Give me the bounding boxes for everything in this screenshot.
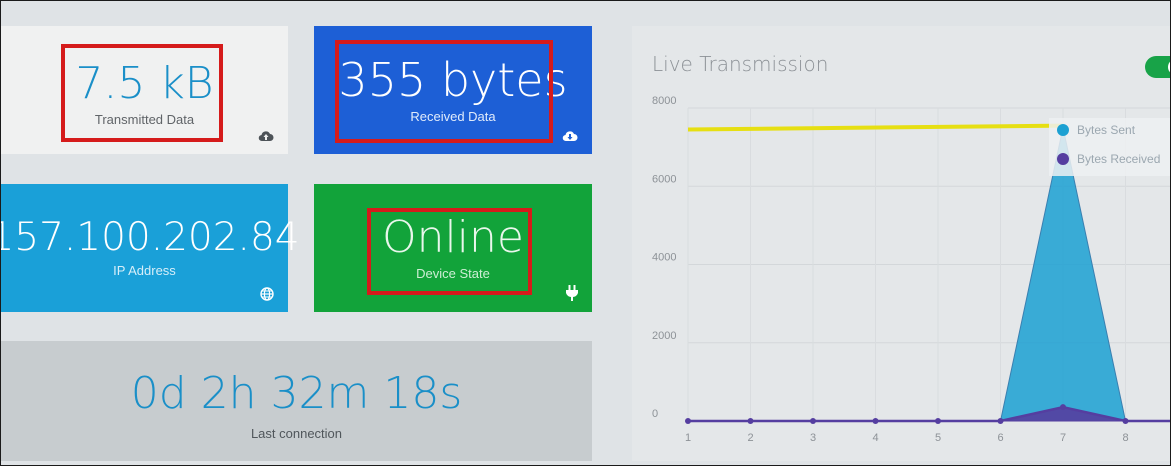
data-point xyxy=(810,418,816,424)
highlight-box-transmitted xyxy=(61,44,223,142)
x-tick-label: 5 xyxy=(935,432,941,444)
x-tick-label: 8 xyxy=(1122,432,1128,444)
cloud-upload-icon xyxy=(258,129,274,146)
legend-marker xyxy=(1057,153,1069,165)
legend-label: Bytes Received xyxy=(1077,152,1160,166)
highlight-box-device-state xyxy=(367,208,532,295)
live-transmission-chart: 020004000600080001 2 3 4 5 6 7 8Bytes SentBytes… xyxy=(652,95,1170,444)
x-tick-label: 6 xyxy=(997,432,1003,444)
x-tick-label: 4 xyxy=(872,432,878,444)
last-connection-value: 0d 2h 32m 18s xyxy=(130,367,463,419)
data-point xyxy=(872,418,879,424)
ip-address-card: 157.100.202.84 IP Address xyxy=(1,184,300,312)
ip-address-label: IP Address xyxy=(113,263,176,278)
y-tick-label: 2000 xyxy=(652,330,676,342)
globe-icon xyxy=(260,287,274,304)
x-tick-label: 2 xyxy=(747,432,753,444)
last-connection-label: Last connection xyxy=(250,425,343,441)
x-tick-label: 1 xyxy=(685,432,691,444)
dashboard-frame: 7.5 kB Transmitted Data 355 bytes Receiv… xyxy=(0,0,1171,466)
y-tick-label: 4000 xyxy=(652,252,676,264)
y-tick-label: 0 xyxy=(652,408,658,420)
x-tick-label: 3 xyxy=(810,432,816,444)
last-connection-card: 0d 2h 32m 18s Last connection xyxy=(1,341,592,461)
data-point xyxy=(1060,404,1066,411)
legend-marker xyxy=(1057,124,1069,136)
data-point xyxy=(997,418,1004,424)
data-point xyxy=(935,418,941,424)
y-tick-label: 6000 xyxy=(652,173,676,185)
legend-label: Bytes Sent xyxy=(1077,123,1136,137)
highlight-box-received xyxy=(335,40,553,143)
ip-address-value: 157.100.202.84 xyxy=(0,215,300,260)
y-tick-label: 8000 xyxy=(652,95,676,107)
cloud-download-icon xyxy=(562,129,578,146)
plug-icon xyxy=(566,285,578,304)
live-transmission-panel: Live Transmission 0 2000 4000 6000 8000 1 2 3 4 5… xyxy=(632,26,1170,461)
x-tick-label: 7 xyxy=(1060,432,1066,444)
data-point xyxy=(1122,418,1129,424)
reference-line xyxy=(687,123,1064,132)
chart-legend: Bytes Sent Bytes Received xyxy=(1049,118,1170,176)
data-point xyxy=(685,418,691,424)
data-point xyxy=(747,418,754,424)
